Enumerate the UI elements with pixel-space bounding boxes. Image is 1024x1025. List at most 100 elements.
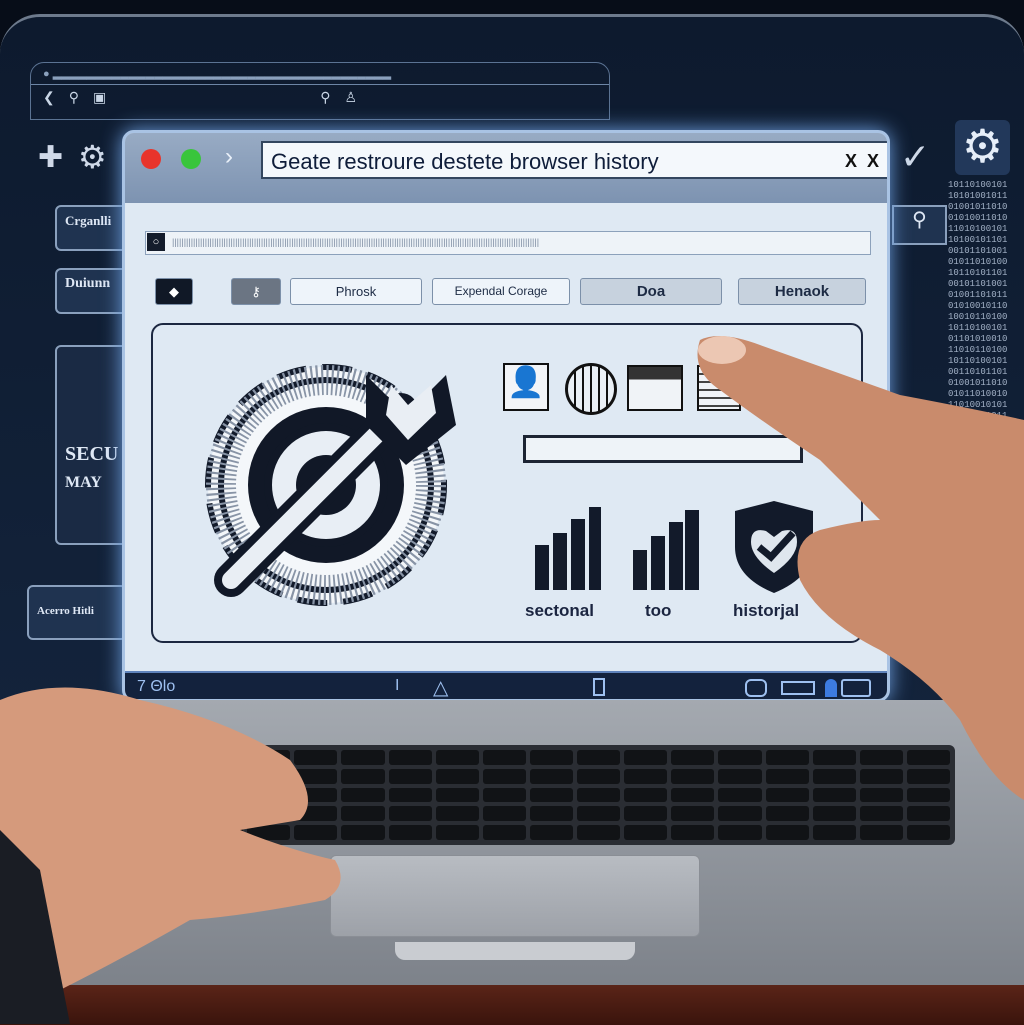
keyboard-key[interactable] xyxy=(294,806,337,821)
keyboard-key[interactable] xyxy=(813,750,856,765)
keyboard-key[interactable] xyxy=(341,806,384,821)
keyboard-key[interactable] xyxy=(766,750,809,765)
keyboard-key[interactable] xyxy=(247,806,290,821)
close-icon[interactable]: X xyxy=(845,151,857,171)
keyboard-key[interactable] xyxy=(577,750,620,765)
keyboard-key[interactable] xyxy=(766,806,809,821)
keyboard-key[interactable] xyxy=(200,750,243,765)
keyboard-key[interactable] xyxy=(718,769,761,784)
keyboard-key[interactable] xyxy=(907,788,950,803)
keyboard-key[interactable] xyxy=(718,750,761,765)
keyboard-key[interactable] xyxy=(200,769,243,784)
warning-icon[interactable]: △ xyxy=(433,675,448,700)
keyboard-key[interactable] xyxy=(530,769,573,784)
keyboard-key[interactable] xyxy=(577,806,620,821)
keyboard-key[interactable] xyxy=(294,769,337,784)
keyboard-key[interactable] xyxy=(341,788,384,803)
keyboard-key[interactable] xyxy=(860,769,903,784)
keyboard-key[interactable] xyxy=(671,825,714,840)
keyboard-key[interactable] xyxy=(389,788,432,803)
keyboard-key[interactable] xyxy=(624,825,667,840)
keyboard-key[interactable] xyxy=(483,769,526,784)
keyboard-key[interactable] xyxy=(247,788,290,803)
title-field[interactable]: Geate restroure destete browser history … xyxy=(261,141,889,179)
keyboard-key[interactable] xyxy=(624,788,667,803)
keyboard-key[interactable] xyxy=(718,825,761,840)
keyboard-key[interactable] xyxy=(483,788,526,803)
keyboard-key[interactable] xyxy=(436,788,479,803)
keyboard-key[interactable] xyxy=(483,825,526,840)
keyboard-key[interactable] xyxy=(483,806,526,821)
chevron-right-icon[interactable]: › xyxy=(225,143,233,171)
keyboard-key[interactable] xyxy=(341,769,384,784)
keyboard-key[interactable] xyxy=(813,769,856,784)
keyboard-key[interactable] xyxy=(907,825,950,840)
key-button[interactable]: ⚷ xyxy=(231,278,281,305)
user-icon[interactable]: ♙ xyxy=(345,89,358,106)
keyboard-key[interactable] xyxy=(671,750,714,765)
user-icon[interactable] xyxy=(825,679,837,697)
keyboard-key[interactable] xyxy=(341,750,384,765)
keyboard-key[interactable] xyxy=(389,750,432,765)
keyboard-key[interactable] xyxy=(530,750,573,765)
keyboard[interactable] xyxy=(195,745,955,845)
keyboard-key[interactable] xyxy=(200,806,243,821)
trackpad[interactable] xyxy=(330,855,700,937)
keyboard-key[interactable] xyxy=(766,769,809,784)
drive-icon[interactable] xyxy=(745,679,767,697)
edit-button[interactable]: ◆ xyxy=(155,278,193,305)
keyboard-key[interactable] xyxy=(247,769,290,784)
gear-icon[interactable]: ⚙ xyxy=(955,120,1010,175)
keyboard-key[interactable] xyxy=(389,769,432,784)
close-buttons[interactable]: X X xyxy=(845,151,879,172)
keyboard-key[interactable] xyxy=(577,788,620,803)
toolbar-button[interactable]: Henaok xyxy=(738,278,866,305)
window-icon[interactable]: ▣ xyxy=(93,89,106,106)
keyboard-key[interactable] xyxy=(860,825,903,840)
keyboard-key[interactable] xyxy=(200,825,243,840)
keyboard-key[interactable] xyxy=(577,769,620,784)
keyboard-key[interactable] xyxy=(860,788,903,803)
keyboard-key[interactable] xyxy=(200,788,243,803)
back-icon[interactable]: ❮ xyxy=(43,89,55,106)
keyboard-key[interactable] xyxy=(294,825,337,840)
keyboard-key[interactable] xyxy=(907,806,950,821)
keyboard-key[interactable] xyxy=(624,769,667,784)
close-icon[interactable]: X xyxy=(867,151,879,171)
keyboard-key[interactable] xyxy=(294,788,337,803)
search-icon[interactable]: ⚲ xyxy=(892,205,947,245)
keyboard-key[interactable] xyxy=(483,750,526,765)
window-icon[interactable] xyxy=(841,679,871,697)
keyboard-key[interactable] xyxy=(530,825,573,840)
keyboard-key[interactable] xyxy=(766,788,809,803)
keyboard-key[interactable] xyxy=(718,806,761,821)
toolbar-button[interactable]: Expendal Corage xyxy=(432,278,570,305)
keyboard-key[interactable] xyxy=(718,788,761,803)
bookmark-icon[interactable]: ⚲ xyxy=(320,89,330,106)
keyboard-key[interactable] xyxy=(389,806,432,821)
battery-icon[interactable] xyxy=(781,681,815,695)
keyboard-key[interactable] xyxy=(671,806,714,821)
page-icon[interactable] xyxy=(593,678,605,696)
keyboard-key[interactable] xyxy=(577,825,620,840)
keyboard-key[interactable] xyxy=(436,825,479,840)
address-bar[interactable]: ||||||||||||||||||||||||||||||||||||||||… xyxy=(145,231,871,255)
keyboard-key[interactable] xyxy=(436,806,479,821)
keyboard-key[interactable] xyxy=(813,825,856,840)
keyboard-key[interactable] xyxy=(860,750,903,765)
keyboard-key[interactable] xyxy=(907,769,950,784)
keyboard-key[interactable] xyxy=(813,806,856,821)
keyboard-key[interactable] xyxy=(624,806,667,821)
keyboard-key[interactable] xyxy=(671,788,714,803)
toolbar-button[interactable]: Phrosk xyxy=(290,278,422,305)
settings-icon[interactable]: ⚙ xyxy=(78,138,107,176)
keyboard-key[interactable] xyxy=(389,825,432,840)
keyboard-key[interactable] xyxy=(247,750,290,765)
keyboard-key[interactable] xyxy=(530,788,573,803)
keyboard-key[interactable] xyxy=(671,769,714,784)
pin-icon[interactable]: ⚲ xyxy=(69,89,79,106)
keyboard-key[interactable] xyxy=(247,825,290,840)
keyboard-key[interactable] xyxy=(624,750,667,765)
maximize-dot[interactable] xyxy=(181,149,201,169)
keyboard-key[interactable] xyxy=(530,806,573,821)
